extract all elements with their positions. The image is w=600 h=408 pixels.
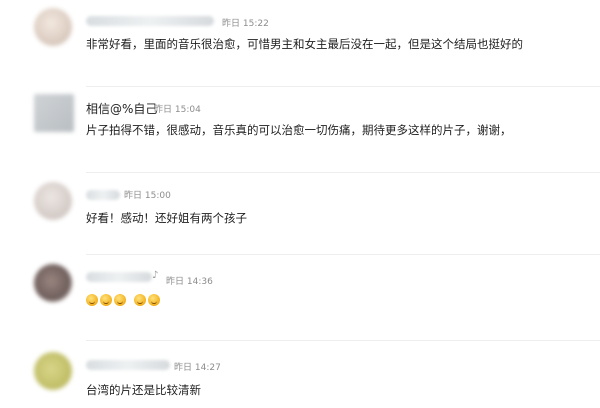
- comment-text: 台湾的片还是比较清新: [86, 383, 201, 397]
- comment-item: ♪ 昨日 14:36: [0, 254, 600, 341]
- laughing-emoji-icon: [114, 294, 126, 306]
- comment-time: 昨日 14:36: [166, 277, 213, 287]
- laughing-emoji-icon: [100, 294, 112, 306]
- comment-text: 非常好看，里面的音乐很治愈，可惜男主和女主最后没在一起，但是这个结局也挺好的: [86, 37, 523, 51]
- avatar[interactable]: [34, 182, 72, 220]
- avatar[interactable]: [34, 94, 74, 132]
- comment-time: 昨日 15:00: [124, 191, 171, 201]
- comment-item: 昨日 14:27 台湾的片还是比较清新: [0, 340, 600, 408]
- comment-time: 昨日 14:27: [174, 363, 221, 373]
- comment-text: 片子拍得不错，很感动，音乐真的可以治愈一切伤痛，期待更多这样的片子，谢谢，: [86, 123, 512, 137]
- username-blurred[interactable]: [86, 360, 170, 370]
- avatar[interactable]: [34, 264, 72, 302]
- laughing-emoji-icon: [86, 294, 98, 306]
- username[interactable]: 相信@%自己: [86, 100, 157, 117]
- avatar[interactable]: [34, 352, 72, 390]
- comment-feed: 昨日 15:22 非常好看，里面的音乐很治愈，可惜男主和女主最后没在一起，但是这…: [0, 0, 600, 408]
- comment-text: 好看！感动！还好姐有两个孩子: [86, 211, 247, 225]
- avatar[interactable]: [34, 8, 72, 46]
- smile-emoji-icon: [148, 294, 160, 306]
- comment-time: 昨日 15:22: [222, 19, 269, 29]
- emoji-row: [86, 294, 160, 306]
- comment-item: 昨日 15:00 好看！感动！还好姐有两个孩子: [0, 172, 600, 258]
- username-blurred[interactable]: [86, 16, 214, 26]
- comment-item: 昨日 15:22 非常好看，里面的音乐很治愈，可惜男主和女主最后没在一起，但是这…: [0, 0, 600, 90]
- comment-time: 昨日 15:04: [154, 105, 201, 115]
- comment-item: 相信@%自己 昨日 15:04 片子拍得不错，很感动，音乐真的可以治愈一切伤痛，…: [0, 86, 600, 173]
- username-blurred[interactable]: [86, 190, 120, 200]
- username-blurred[interactable]: [86, 272, 152, 282]
- smile-emoji-icon: [134, 294, 146, 306]
- badge-icon: ♪: [152, 270, 159, 281]
